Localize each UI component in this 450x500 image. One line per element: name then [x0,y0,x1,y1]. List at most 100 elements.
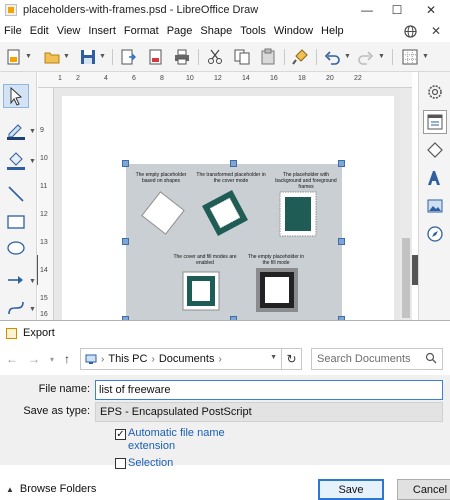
line-icon[interactable] [3,182,29,206]
cancel-button[interactable]: Cancel [397,479,450,500]
menu-view[interactable]: View [53,20,85,42]
scrollbar-thumb[interactable] [402,238,410,318]
ruler-mark: 15 [40,295,48,302]
ruler-mark: 6 [132,75,136,82]
placeholder-artwork [141,190,317,312]
chevron-down-icon[interactable]: ▾ [50,355,54,364]
forward-arrow-icon[interactable]: → [28,352,40,366]
menu-help[interactable]: Help [317,20,348,42]
line-color-icon[interactable] [3,118,29,142]
cut-icon[interactable] [205,47,225,67]
menu-edit[interactable]: Edit [26,20,53,42]
fill-color-icon[interactable] [3,148,29,172]
open-folder-icon[interactable] [42,47,62,67]
menu-tools[interactable]: Tools [236,20,270,42]
menu-file[interactable]: File [0,20,26,42]
ruler-mark: 9 [40,127,44,134]
rectangle-icon[interactable] [3,210,29,234]
arrow-line-icon[interactable] [3,268,29,292]
back-arrow-icon[interactable]: ← [6,352,18,366]
chevron-down-icon[interactable]: ▼ [99,53,106,60]
breadcrumb-this-pc[interactable]: This PC [108,353,147,365]
export-icon[interactable] [118,47,138,67]
close-document-button[interactable]: ✕ [426,20,446,42]
chevron-down-icon[interactable]: ▼ [29,278,36,285]
breadcrumb-documents[interactable]: Documents [159,353,215,365]
chevron-down-icon[interactable]: ▼ [63,53,70,60]
dialog-title-bar: Export [0,321,450,345]
curve-icon[interactable] [3,296,29,320]
chevron-down-icon[interactable]: ▼ [29,158,36,165]
save-as-type-select[interactable]: EPS - Encapsulated PostScript [95,402,443,422]
browse-folders-label: Browse Folders [19,483,97,495]
chevron-right-icon[interactable]: › [218,354,221,365]
chevron-right-icon[interactable]: › [151,354,154,365]
print-icon[interactable] [172,47,192,67]
minimize-button[interactable]: — [352,0,382,20]
dialog-footer: ▲ Browse Folders Save Cancel [0,471,450,500]
shapes-icon[interactable] [423,138,447,162]
file-name-input[interactable] [96,381,442,399]
menu-page[interactable]: Page [163,20,197,42]
search-icon [425,352,437,364]
new-document-icon[interactable] [4,47,24,67]
save-button[interactable]: Save [318,479,384,500]
chevron-down-icon[interactable]: ▼ [378,53,385,60]
ruler-mark: 2 [76,75,80,82]
menu-insert[interactable]: Insert [84,20,120,42]
selection-checkbox[interactable] [115,458,126,469]
chevron-down-icon[interactable]: ▼ [270,354,277,361]
vertical-scrollbar[interactable] [400,88,412,320]
auto-extension-label[interactable]: Automatic file name extension [128,427,238,453]
menu-window[interactable]: Window [270,20,317,42]
save-icon[interactable] [78,47,98,67]
auto-extension-checkbox[interactable]: ✓ [115,429,126,440]
browse-folders-toggle[interactable]: ▲ Browse Folders [6,483,96,495]
gallery-icon[interactable] [423,194,447,218]
globe-icon[interactable] [400,20,420,42]
chevron-down-icon[interactable]: ▼ [422,53,429,60]
copy-icon[interactable] [232,47,252,67]
ruler-mark: 8 [160,75,164,82]
chevron-down-icon[interactable]: ▼ [29,128,36,135]
maximize-button[interactable]: ☐ [382,0,412,20]
export-pdf-icon[interactable] [146,47,166,67]
grid-icon[interactable] [400,47,420,67]
menu-format[interactable]: Format [120,20,163,42]
settings-icon[interactable] [423,80,447,104]
navigator-icon[interactable] [423,222,447,246]
document-canvas: 1 2 4 6 8 10 12 14 16 18 20 22 9 10 11 1… [38,72,412,320]
properties-icon[interactable] [423,110,447,134]
clone-formatting-icon[interactable] [290,47,310,67]
ruler-mark: 10 [186,75,194,82]
ruler-mark: 14 [242,75,250,82]
selection-label[interactable]: Selection [128,457,173,470]
selection-handle[interactable] [122,160,129,167]
horizontal-ruler: 1 2 4 6 8 10 12 14 16 18 20 22 [38,72,412,88]
fontwork-icon[interactable] [423,166,447,190]
address-bar[interactable]: › This PC › Documents › ▼ ↻ [80,348,302,370]
save-form: File name: Save as type: EPS - Encapsula… [0,375,450,469]
selection-handle[interactable] [338,238,345,245]
chevron-down-icon[interactable]: ▼ [344,53,351,60]
refresh-icon[interactable]: ↻ [281,349,301,369]
search-input[interactable] [312,349,422,369]
undo-icon[interactable] [322,47,342,67]
chevron-down-icon[interactable]: ▼ [25,53,32,60]
ellipse-icon[interactable] [3,236,29,260]
search-box[interactable] [311,348,443,370]
paste-icon[interactable] [258,47,278,67]
up-arrow-icon[interactable]: ↑ [64,352,70,366]
selection-handle[interactable] [230,160,237,167]
close-button[interactable]: ✕ [416,0,446,20]
menu-shape[interactable]: Shape [196,20,236,42]
ruler-mark: 16 [270,75,278,82]
select-icon[interactable] [3,84,29,108]
pc-icon [85,354,97,364]
file-name-field[interactable] [95,380,443,400]
chevron-down-icon[interactable]: ▼ [29,306,36,313]
selection-handle[interactable] [122,238,129,245]
placeholder-image[interactable]: The empty placeholder based on shapes Th… [126,164,342,320]
redo-icon[interactable] [356,47,376,67]
selection-handle[interactable] [338,160,345,167]
